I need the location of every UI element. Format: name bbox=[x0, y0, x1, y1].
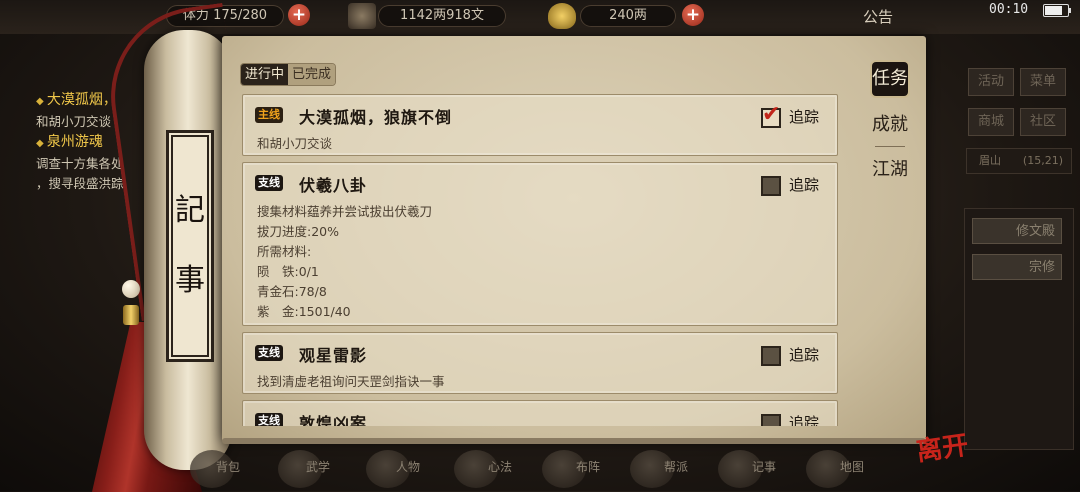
notice-button[interactable]: 公告 bbox=[863, 6, 893, 27]
track-label[interactable]: 追踪 bbox=[789, 412, 819, 426]
shop-button[interactable]: 商城 bbox=[968, 108, 1014, 136]
add-gold-button[interactable]: + bbox=[682, 4, 704, 26]
quest-description: 搜集材料蕴养并尝试拔出伏羲刀 拔刀进度:20% 所需材料: 陨 铁:0/1 青金… bbox=[257, 202, 432, 322]
scroll-title-label: 記 事 bbox=[166, 130, 214, 362]
quest-type-badge: 支线 bbox=[255, 413, 283, 426]
quest-desc-line: 拔刀进度:20% bbox=[257, 224, 339, 239]
coins-display: 1142两918文 bbox=[378, 5, 506, 27]
quest-desc-line: 搜集材料蕴养并尝试拔出伏羲刀 bbox=[257, 204, 433, 219]
bottom-menu-label[interactable]: 武学 bbox=[306, 458, 330, 475]
bottom-menu-label[interactable]: 记事 bbox=[752, 458, 776, 475]
tab-divider bbox=[875, 146, 905, 147]
category-tabs: 任务 成就 江湖 bbox=[872, 62, 908, 199]
quest-desc-line: 找到清虚老祖询问天罡剑指诀一事 bbox=[257, 374, 445, 389]
quest-card[interactable]: 主线 大漠孤烟，狼旗不倒 追踪 和胡小刀交谈 bbox=[242, 94, 838, 156]
quest-desc-line: 陨 铁:0/1 bbox=[257, 264, 319, 279]
quest-list[interactable]: 主线 大漠孤烟，狼旗不倒 追踪 和胡小刀交谈 支线 伏羲八卦 追踪 搜集材料蕴养… bbox=[242, 94, 838, 426]
coin-icon bbox=[348, 3, 376, 29]
location-name: 眉山 bbox=[979, 154, 1001, 167]
quest-type-badge: 支线 bbox=[255, 175, 283, 191]
exit-button[interactable]: 离开 bbox=[914, 425, 971, 469]
quest-title: 伏羲八卦 bbox=[299, 176, 368, 195]
quest-desc-line: 和胡小刀交谈 bbox=[257, 136, 333, 151]
track-checkbox[interactable] bbox=[761, 346, 781, 366]
quest-desc-line: 紫 金:1501/40 bbox=[257, 304, 351, 319]
track-label[interactable]: 追踪 bbox=[789, 106, 819, 127]
side-item[interactable]: 修文殿 bbox=[972, 218, 1062, 244]
tab-completed[interactable]: 已完成 bbox=[288, 64, 336, 85]
tab-quests[interactable]: 任务 bbox=[872, 62, 908, 96]
scroll-title-char: 事 bbox=[175, 263, 205, 298]
bottom-menu-label[interactable]: 背包 bbox=[216, 458, 240, 475]
bottom-menu-label[interactable]: 布阵 bbox=[576, 458, 600, 475]
quest-type-badge: 主线 bbox=[255, 107, 283, 123]
quest-card[interactable]: 支线 伏羲八卦 追踪 搜集材料蕴养并尝试拔出伏羲刀 拔刀进度:20% 所需材料:… bbox=[242, 162, 838, 326]
bottom-menu-label[interactable]: 人物 bbox=[396, 458, 420, 475]
gold-ingot-icon bbox=[548, 3, 576, 29]
quest-desc-line: 所需材料: bbox=[257, 244, 312, 259]
quest-title: 大漠孤烟，狼旗不倒 bbox=[299, 108, 453, 127]
bottom-menu-label[interactable]: 地图 bbox=[840, 458, 864, 475]
location-display: 眉山 (15,21) bbox=[966, 148, 1072, 174]
scroll-title-char: 記 bbox=[175, 193, 205, 228]
activity-button[interactable]: 活动 bbox=[968, 68, 1014, 96]
tassel-bead bbox=[122, 280, 140, 298]
track-label[interactable]: 追踪 bbox=[789, 174, 819, 195]
track-checkbox[interactable] bbox=[761, 414, 781, 426]
bottom-menu-label[interactable]: 心法 bbox=[488, 458, 512, 475]
add-stamina-button[interactable]: + bbox=[288, 4, 310, 26]
community-button[interactable]: 社区 bbox=[1020, 108, 1066, 136]
tassel-ring bbox=[123, 305, 139, 325]
side-item[interactable]: 宗修 bbox=[972, 254, 1062, 280]
battery-level bbox=[1045, 6, 1062, 15]
battery-icon bbox=[1043, 4, 1071, 17]
tab-achievements[interactable]: 成就 bbox=[872, 110, 908, 140]
quest-card[interactable]: 支线 敦煌凶案 追踪 bbox=[242, 400, 838, 426]
quest-title: 敦煌凶案 bbox=[299, 414, 368, 426]
track-checkbox[interactable] bbox=[761, 102, 781, 128]
bottom-menu: 背包 武学 人物 心法 布阵 帮派 记事 地图 bbox=[190, 450, 910, 491]
menu-button[interactable]: 菜单 bbox=[1020, 68, 1066, 96]
clock: 00:10 bbox=[989, 2, 1029, 17]
track-label[interactable]: 追踪 bbox=[789, 344, 819, 365]
tab-jianghu[interactable]: 江湖 bbox=[872, 155, 908, 185]
gold-display: 240两 bbox=[580, 5, 676, 27]
quest-card[interactable]: 支线 观星雷影 追踪 找到清虚老祖询问天罡剑指诀一事 bbox=[242, 332, 838, 394]
quest-status-toggle[interactable]: 进行中 已完成 bbox=[241, 64, 336, 85]
bottom-menu-label[interactable]: 帮派 bbox=[664, 458, 688, 475]
quest-desc-line: 青金石:78/8 bbox=[257, 284, 327, 299]
track-checkbox[interactable] bbox=[761, 176, 781, 196]
quest-description: 和胡小刀交谈 bbox=[257, 134, 332, 154]
quest-description: 找到清虚老祖询问天罡剑指诀一事 bbox=[257, 372, 445, 392]
location-coords: (15,21) bbox=[1022, 154, 1063, 167]
quest-title: 观星雷影 bbox=[299, 346, 368, 365]
tab-in-progress[interactable]: 进行中 bbox=[241, 64, 289, 85]
quest-type-badge: 支线 bbox=[255, 345, 283, 361]
